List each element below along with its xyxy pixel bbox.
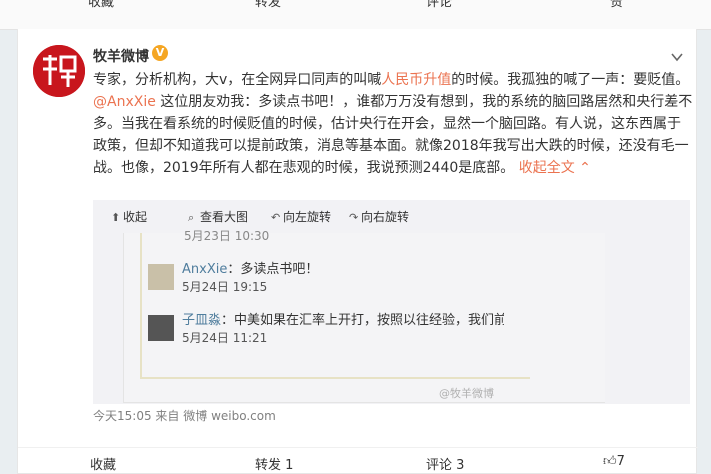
view-large-button[interactable]: ⌕ 查看大图 <box>188 208 248 225</box>
like-button[interactable]: 👍︎7 <box>603 454 625 469</box>
comment-text: ：中美如果在汇率上开打，按照以往经验，我们前期 <box>221 313 504 328</box>
chevron-up-icon: ⌃ <box>579 160 591 176</box>
rotate-right-icon: ↷ <box>349 211 359 224</box>
comment-username[interactable]: 子皿淼：中美如果在汇率上开打，按照以往经验，我们前期 <box>182 309 504 328</box>
favorite-button[interactable]: 收藏 <box>90 454 116 473</box>
comment-text: ：多读点书吧！ <box>227 262 319 277</box>
repost-button[interactable]: 转发 1 <box>255 454 293 473</box>
comment-time-clipped: 5月23日 10:30 <box>184 229 270 243</box>
avatar[interactable] <box>33 45 85 97</box>
topbar-favorite[interactable]: 收藏 <box>88 0 114 10</box>
thumbs-up-icon: 👍︎ <box>603 454 617 469</box>
comment-item: 子皿淼：中美如果在汇率上开打，按照以往经验，我们前期 5月24日 11:21 <box>148 307 504 351</box>
screenshot-image[interactable]: 5月23日 10:30 AnxXie：多读点书吧！ 5月24日 19:15 子皿… <box>123 229 605 403</box>
post-time[interactable]: 今天15:05 <box>93 409 152 423</box>
post-source[interactable]: 微博 weibo.com <box>183 409 276 423</box>
collapse-image-button[interactable]: ⬆ 收起 <box>111 208 147 225</box>
username[interactable]: 牧羊微博 <box>93 46 149 66</box>
comment-avatar <box>148 264 174 290</box>
post-text-part2: 的时候。我孤独的喊了一声：要贬值。 <box>451 72 690 88</box>
topic-link[interactable]: 人民币升值 <box>381 72 451 88</box>
media-toolbar: ⬆ 收起 ⌕ 查看大图 ↶ 向左旋转 ↷ 向右旋转 <box>93 200 690 232</box>
magnifier-icon: ⌕ <box>188 211 195 224</box>
image-watermark: @牧羊微博 <box>439 387 494 400</box>
post-text-part1: 专家，分析机构，大v，在全网异口同声的叫喊 <box>93 72 382 88</box>
comment-time: 5月24日 11:21 <box>182 331 268 345</box>
comment-username[interactable]: AnxXie：多读点书吧！ <box>182 258 318 277</box>
avatar-seal-icon <box>33 45 85 97</box>
rotate-left-icon: ↶ <box>271 211 281 224</box>
topbar-comment[interactable]: 评论 <box>426 0 452 10</box>
collapse-full-text-link[interactable]: 收起全文 ⌃ <box>519 160 591 176</box>
comment-item: AnxXie：多读点书吧！ 5月24日 19:15 <box>148 256 528 300</box>
chevron-down-icon[interactable] <box>671 51 683 63</box>
mention-link[interactable]: @AnxXie <box>93 94 156 110</box>
media-viewer: ⬆ 收起 ⌕ 查看大图 ↶ 向左旋转 ↷ 向右旋转 5月23日 10:30 AnxXie… <box>93 200 690 404</box>
topbar-like[interactable]: 赞 <box>610 0 623 10</box>
post-content: 专家，分析机构，大v，在全网异口同声的叫喊人民币升值的时候。我孤独的喊了一声：要… <box>93 69 693 179</box>
action-bar: 收藏 转发 1 评论 3 👍︎7 <box>18 447 698 474</box>
rotate-right-button[interactable]: ↷ 向右旋转 <box>349 208 409 225</box>
comment-time: 5月24日 19:15 <box>182 280 268 294</box>
topbar: 收藏 转发 评论 赞 <box>0 0 711 30</box>
source-prefix: 来自 <box>155 409 180 423</box>
topbar-repost[interactable]: 转发 <box>255 0 281 10</box>
post-meta: 今天15:05 来自 微博 weibo.com <box>93 407 276 424</box>
arrow-up-icon: ⬆ <box>111 211 121 224</box>
post-text-part3: 这位朋友劝我：多读点书吧！，谁都万万没有想到，我的系统的脑回路居然和央行差不多。… <box>93 94 693 176</box>
rotate-left-button[interactable]: ↶ 向左旋转 <box>271 208 331 225</box>
comment-thread-border <box>140 233 530 379</box>
verified-badge-icon: V <box>152 45 168 61</box>
comment-button[interactable]: 评论 3 <box>426 454 464 473</box>
weibo-post-card: 牧羊微博 V 专家，分析机构，大v，在全网异口同声的叫喊人民币升值的时候。我孤独… <box>17 29 698 474</box>
comment-avatar <box>148 315 174 341</box>
